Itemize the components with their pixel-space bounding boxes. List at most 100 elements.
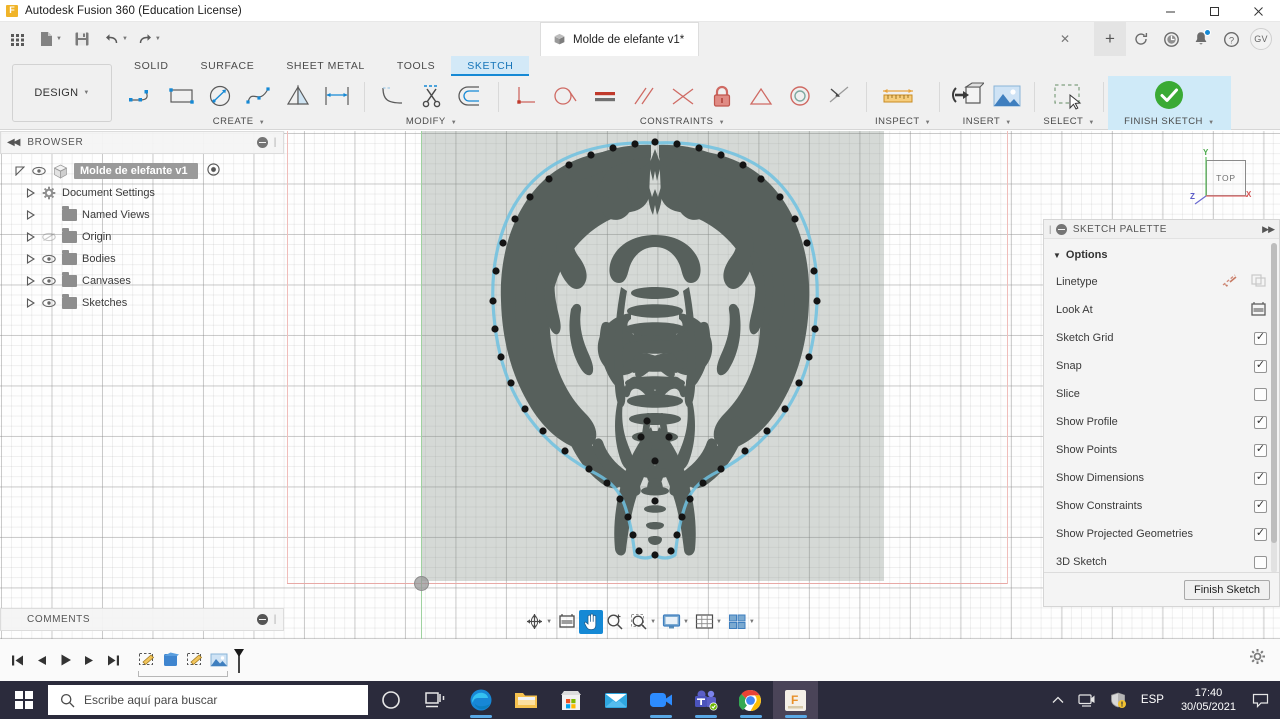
- tool-fillet[interactable]: [373, 78, 412, 114]
- constraint-collinear[interactable]: [663, 78, 702, 114]
- finish-sketch-palette-button[interactable]: Finish Sketch: [1183, 579, 1270, 600]
- look-at-icon[interactable]: [1250, 301, 1267, 320]
- comments-add-icon[interactable]: [256, 614, 268, 625]
- maximize-button[interactable]: [1192, 0, 1236, 22]
- chevron-down-icon[interactable]: ▼: [716, 619, 722, 625]
- palette-expand-icon[interactable]: ▶▶: [1262, 224, 1275, 235]
- tool-dimension[interactable]: [317, 78, 356, 114]
- undo-button[interactable]: ▼: [101, 24, 131, 54]
- tool-offset[interactable]: [451, 78, 490, 114]
- show-profile-checkbox[interactable]: [1254, 415, 1267, 429]
- show-dimensions-checkbox[interactable]: [1254, 471, 1267, 485]
- tab-tools[interactable]: TOOLS: [381, 56, 451, 76]
- browser-minimize-icon[interactable]: [256, 137, 268, 148]
- display-settings-button[interactable]: ▼: [659, 610, 692, 634]
- constraint-coincident[interactable]: [819, 78, 858, 114]
- constraint-fix-unfix[interactable]: [702, 78, 741, 114]
- tree-node-canvases[interactable]: Canvases: [0, 270, 284, 292]
- constraint-midpoint[interactable]: [741, 78, 780, 114]
- tool-circle[interactable]: [200, 78, 239, 114]
- timeline-settings-button[interactable]: [1249, 648, 1266, 668]
- activate-component-icon[interactable]: [206, 163, 220, 179]
- action-center-button[interactable]: [1245, 681, 1276, 719]
- minimize-button[interactable]: [1148, 0, 1192, 22]
- tree-node-named-views[interactable]: Named Views: [0, 204, 284, 226]
- expand-arrow-icon[interactable]: [14, 166, 26, 176]
- tool-mirror[interactable]: [278, 78, 317, 114]
- timeline-begin-button[interactable]: [6, 648, 28, 672]
- tray-language-indicator[interactable]: ESP: [1133, 694, 1172, 706]
- origin-point[interactable]: [414, 576, 429, 591]
- tree-node-origin[interactable]: Origin: [0, 226, 284, 248]
- timeline-sketch-feature-2[interactable]: [184, 650, 206, 670]
- timeline-play-button[interactable]: [54, 648, 76, 672]
- constraint-horizontal-vertical[interactable]: [507, 78, 546, 114]
- tool-insert-canvas[interactable]: [987, 78, 1026, 114]
- refresh-button[interactable]: [1126, 22, 1156, 56]
- zoom-window-button[interactable]: ▼: [627, 610, 659, 634]
- taskbar-microsoft-store-button[interactable]: [548, 681, 593, 719]
- expand-arrow-icon[interactable]: [24, 232, 36, 242]
- slice-checkbox[interactable]: [1254, 387, 1267, 401]
- chevron-down-icon[interactable]: ▼: [683, 619, 689, 625]
- tool-line[interactable]: [122, 78, 161, 114]
- taskbar-fusion360-button[interactable]: F: [773, 681, 818, 719]
- task-view-button[interactable]: [413, 681, 458, 719]
- look-at-button[interactable]: [555, 610, 579, 634]
- constraint-parallel[interactable]: [624, 78, 663, 114]
- tool-select[interactable]: [1043, 78, 1095, 114]
- timeline-body-feature-1[interactable]: [160, 650, 182, 670]
- help-button[interactable]: ?: [1216, 22, 1246, 56]
- new-file-button[interactable]: ▼: [36, 24, 65, 54]
- finish-sketch-button[interactable]: [1143, 77, 1195, 113]
- pan-button[interactable]: [579, 609, 604, 634]
- centerline-icon[interactable]: [1250, 273, 1267, 291]
- taskbar-chrome-button[interactable]: [728, 681, 773, 719]
- visibility-eye-off-icon[interactable]: [41, 232, 57, 242]
- 3d-sketch-checkbox[interactable]: [1254, 555, 1267, 569]
- tool-insert-derive[interactable]: [948, 78, 987, 114]
- tree-node-bodies[interactable]: Bodies: [0, 248, 284, 270]
- job-status-button[interactable]: [1156, 22, 1186, 56]
- chevron-down-icon[interactable]: ▼: [122, 36, 128, 42]
- show-projected-geometries-checkbox[interactable]: [1254, 527, 1267, 541]
- constraint-equal[interactable]: [585, 78, 624, 114]
- taskbar-search-box[interactable]: Escribe aquí para buscar: [48, 685, 368, 715]
- palette-minimize-icon[interactable]: [1055, 223, 1067, 235]
- taskbar-teams-button[interactable]: [683, 681, 728, 719]
- timeline-step-back-button[interactable]: [30, 648, 52, 672]
- tray-clock[interactable]: 17:40 30/05/2021: [1172, 686, 1245, 714]
- chevron-down-icon[interactable]: ▼: [749, 619, 755, 625]
- constraint-concentric[interactable]: [780, 78, 819, 114]
- palette-grip-icon[interactable]: |: [1049, 224, 1052, 234]
- tree-node-sketches[interactable]: Sketches: [0, 292, 284, 314]
- cortana-button[interactable]: [368, 681, 413, 719]
- timeline-sketch-feature-1[interactable]: [136, 650, 158, 670]
- view-cube[interactable]: TOP Y X Z: [1188, 148, 1258, 208]
- expand-arrow-icon[interactable]: [24, 298, 36, 308]
- start-button[interactable]: [0, 681, 48, 719]
- tray-network-button[interactable]: [1071, 681, 1103, 719]
- tab-surface[interactable]: SURFACE: [185, 56, 271, 76]
- taskbar-zoom-button[interactable]: [638, 681, 683, 719]
- tool-measure[interactable]: [875, 78, 921, 114]
- timeline-end-button[interactable]: [102, 648, 124, 672]
- comments-header[interactable]: COMMENTS |: [0, 608, 284, 631]
- tree-node-root[interactable]: Molde de elefante v1: [0, 160, 284, 182]
- chevron-down-icon[interactable]: ▼: [650, 619, 656, 625]
- ribbon-group-modify-label[interactable]: MODIFY ▼: [373, 116, 490, 130]
- chevron-down-icon[interactable]: ▼: [546, 619, 552, 625]
- chevron-down-icon[interactable]: ▼: [56, 36, 62, 42]
- new-tab-button[interactable]: +: [1094, 22, 1126, 56]
- expand-arrow-icon[interactable]: [24, 276, 36, 286]
- taskbar-edge-button[interactable]: [458, 681, 503, 719]
- browser-grip-icon[interactable]: |: [274, 137, 277, 148]
- tray-security-button[interactable]: [1103, 681, 1133, 719]
- timeline-canvas-feature-1[interactable]: [208, 650, 230, 670]
- show-constraints-checkbox[interactable]: [1254, 499, 1267, 513]
- ribbon-group-select-label[interactable]: SELECT ▼: [1043, 116, 1095, 130]
- comments-grip-icon[interactable]: |: [274, 614, 277, 625]
- document-tab[interactable]: Molde de elefante v1*: [540, 22, 700, 56]
- visibility-eye-icon[interactable]: [31, 166, 47, 176]
- tab-solid[interactable]: SOLID: [118, 56, 185, 76]
